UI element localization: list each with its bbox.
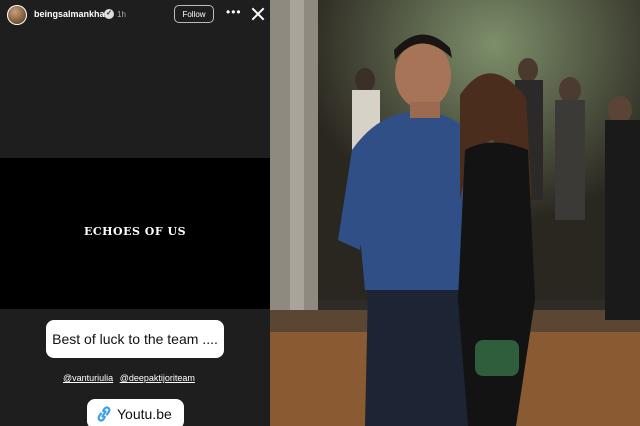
caption-sticker: Best of luck to the team .... (46, 320, 224, 358)
follow-button[interactable]: Follow (174, 5, 214, 23)
post-time: 1h (117, 10, 126, 19)
username[interactable]: beingsalmankhan (34, 9, 110, 19)
party-photo (270, 0, 640, 426)
mention-vanturiulia[interactable]: @vanturiulia (63, 373, 113, 383)
close-icon[interactable] (250, 6, 266, 22)
title-card: ECHOES OF US (0, 158, 270, 309)
story-header: beingsalmankhan ✓ 1h Follow ••• (0, 0, 270, 30)
link-icon (97, 406, 111, 422)
mentions: @vanturiulia @deepaktijoriteam (63, 373, 243, 383)
story-panel: beingsalmankhan ✓ 1h Follow ••• ECHOES O… (0, 0, 270, 426)
verified-badge-icon: ✓ (104, 9, 114, 19)
link-label: Youtu.be (117, 406, 172, 422)
profile-avatar[interactable] (7, 5, 27, 25)
link-sticker[interactable]: Youtu.be (87, 399, 184, 426)
card-title: ECHOES OF US (83, 225, 187, 238)
more-options-icon[interactable]: ••• (226, 6, 242, 18)
mention-deepaktijoriteam[interactable]: @deepaktijoriteam (120, 373, 195, 383)
